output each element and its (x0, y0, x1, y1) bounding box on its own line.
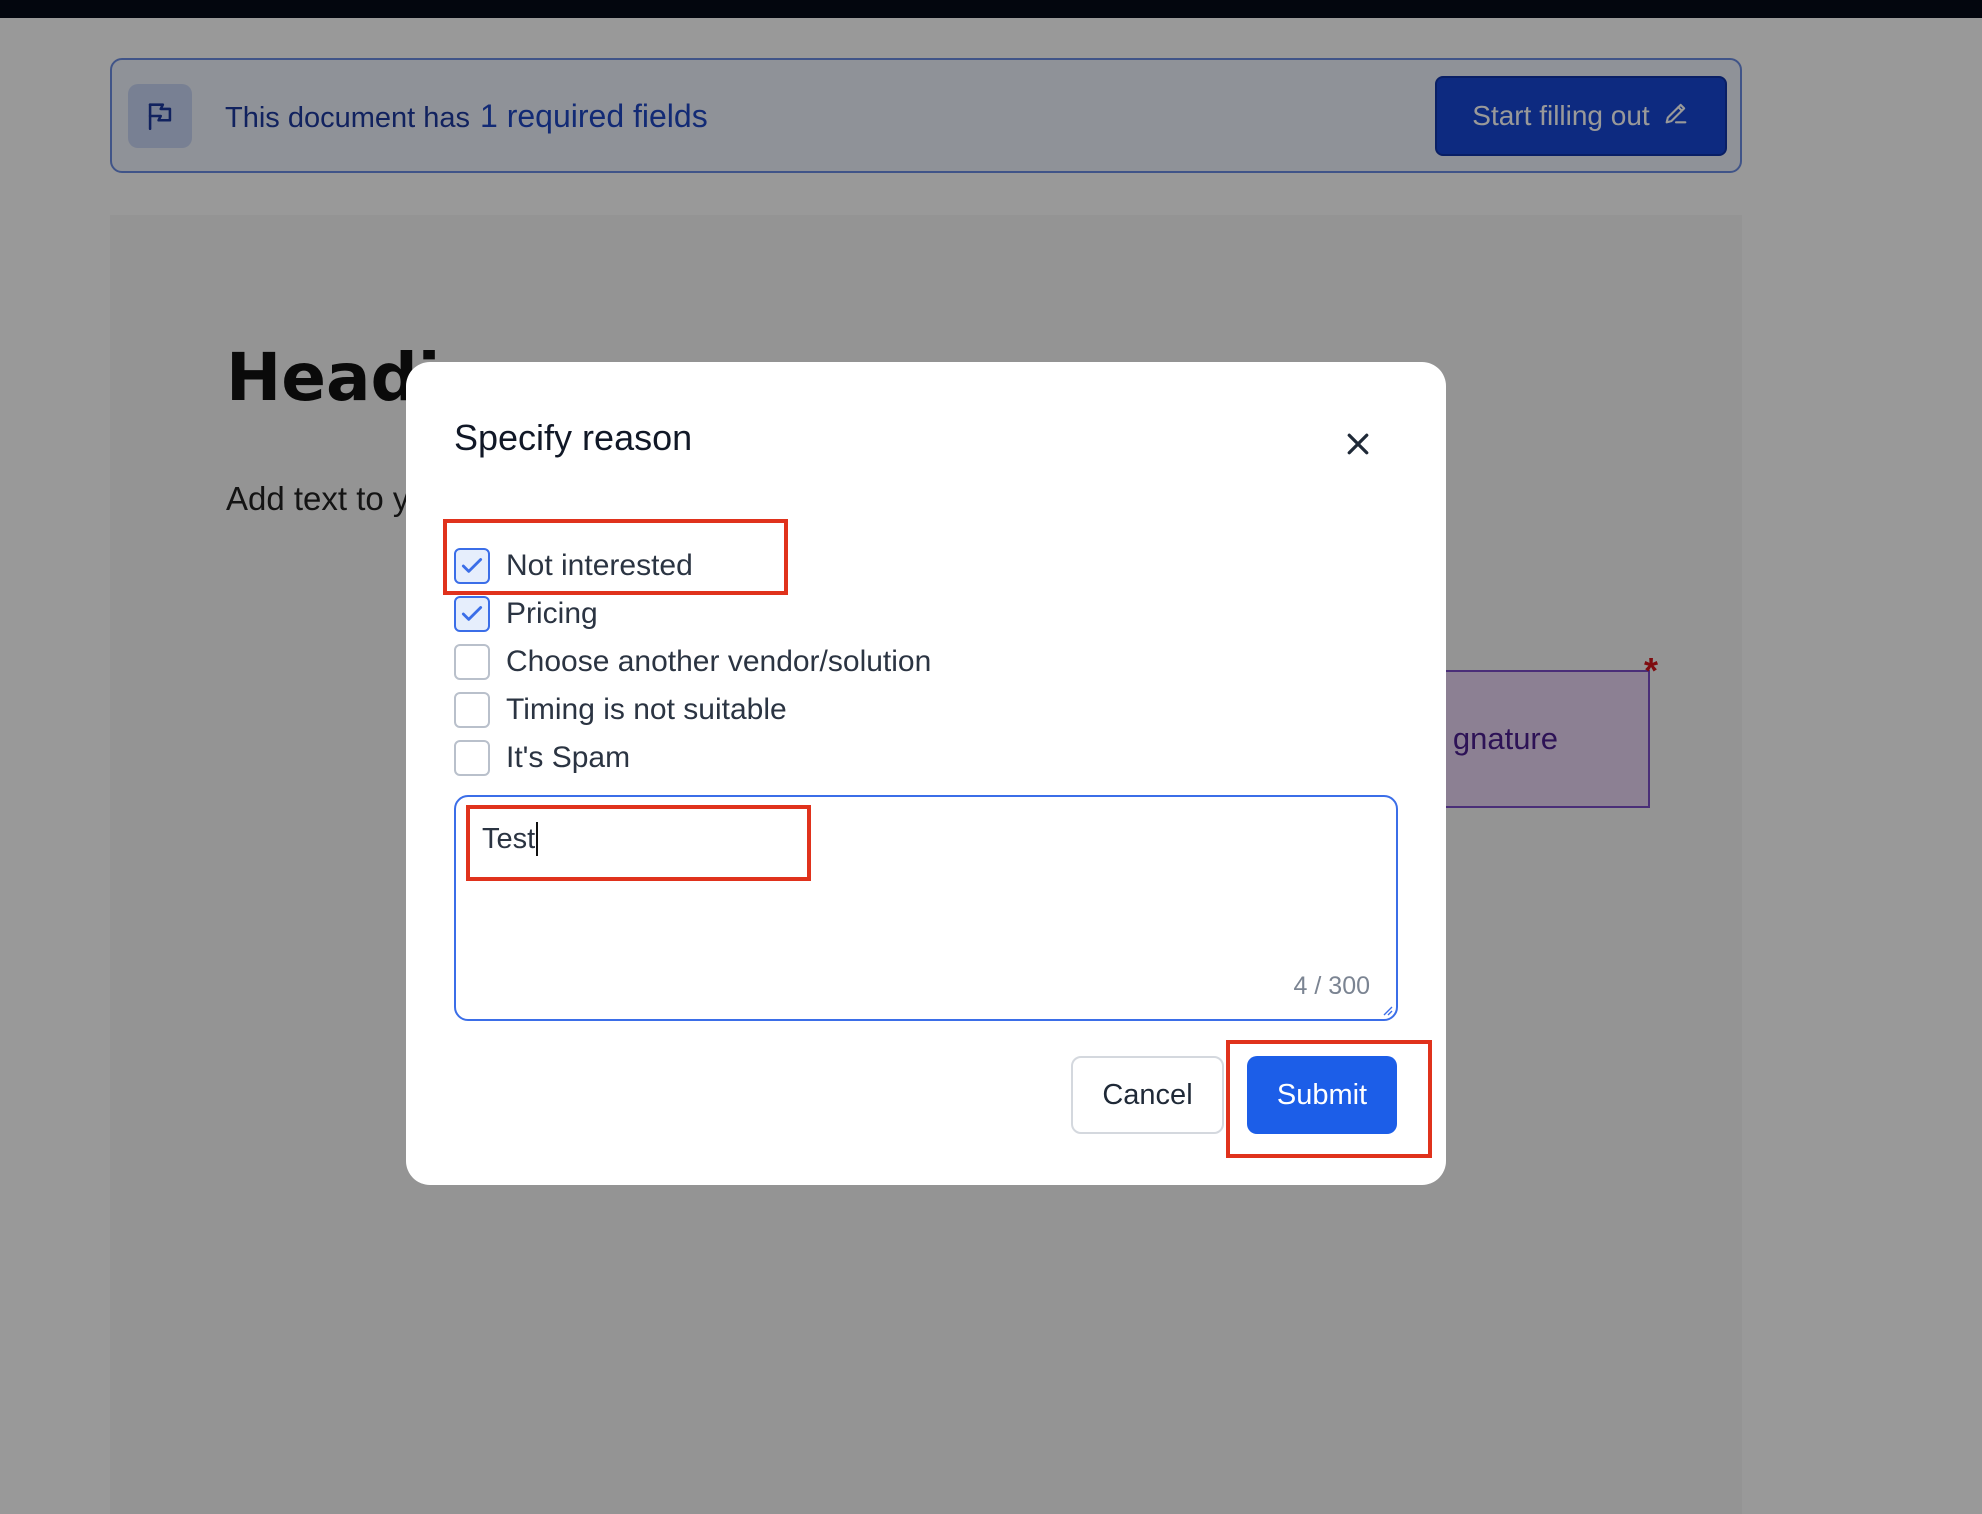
character-counter: 4 / 300 (1293, 972, 1370, 1000)
resize-handle-icon[interactable] (1381, 1004, 1393, 1016)
option-label: Pricing (506, 597, 598, 630)
close-icon (1347, 433, 1369, 455)
checkbox[interactable] (454, 644, 490, 680)
highlight-comment (466, 805, 811, 881)
close-button[interactable] (1336, 422, 1380, 466)
option-label: Choose another vendor/solution (506, 645, 932, 678)
highlight-submit (1226, 1040, 1432, 1158)
option-label: Timing is not suitable (506, 693, 787, 726)
checkbox[interactable] (454, 740, 490, 776)
highlight-not-interested (443, 519, 788, 595)
option-spam[interactable]: It's Spam (454, 734, 931, 782)
option-label: It's Spam (506, 741, 631, 774)
dialog-title: Specify reason (454, 417, 693, 458)
checkbox[interactable] (454, 692, 490, 728)
checkbox[interactable] (454, 596, 490, 632)
option-another-vendor[interactable]: Choose another vendor/solution (454, 638, 931, 686)
option-pricing[interactable]: Pricing (454, 590, 931, 638)
check-icon (461, 606, 483, 621)
cancel-button[interactable]: Cancel (1071, 1056, 1224, 1134)
option-timing[interactable]: Timing is not suitable (454, 686, 931, 734)
